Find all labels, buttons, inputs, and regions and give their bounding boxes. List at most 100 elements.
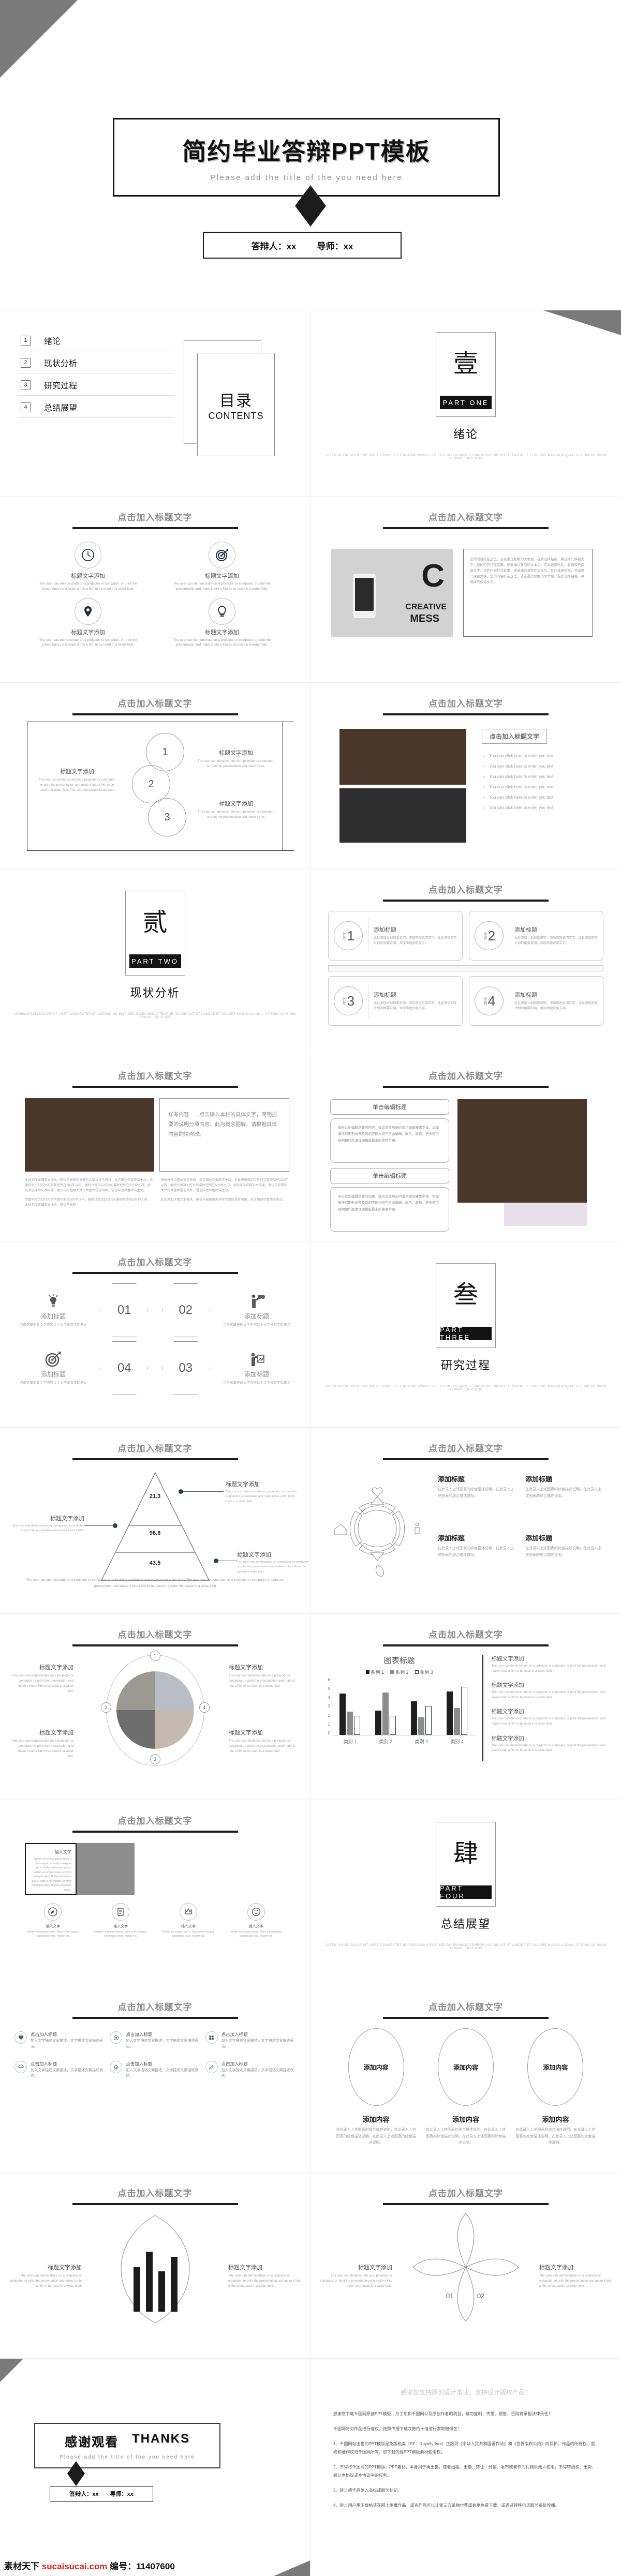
six-heading: 点击加入标题	[126, 2061, 153, 2066]
six-item-6[interactable]: 点击加入标题 加入文字描述文案描述，文字描述文案描述表达。	[205, 2061, 295, 2079]
six-item-5[interactable]: 点击加入标题 加入文字描述文案描述，文字描述文案描述表达。	[110, 2061, 200, 2079]
part-box: 叁 PART THREE	[436, 1263, 496, 1348]
jigsaw-note-1: 标题文字添加 The user can demonstrate on a pro…	[11, 1663, 73, 1694]
jigsaw-note-3: 标题文字添加 The user can demonstrate on a pro…	[11, 1728, 73, 1759]
jigsaw-number-2[interactable]: 2	[100, 1702, 111, 1713]
oval-heading: 添加内容	[452, 2116, 479, 2123]
building-icon-cell-4[interactable]: 输入文字 Nullam eu tempor purus. Nunc a leo …	[224, 1903, 288, 1939]
hex-side-2: 添加标题 点击这里更改文字内容以上文字没有实际意义	[218, 1292, 295, 1328]
slide-plan-cards: 点击加入标题文字 计划 1 添加标题 此处添加计划纲要说明，添加简短说明文字，此…	[310, 869, 621, 1055]
legal-paragraph: 1、千图网站出售的PPT模版是免版税类（RF：Royalty-free）正版受《…	[333, 2442, 595, 2454]
smiley-icon	[247, 1903, 265, 1921]
pyramid-value-bottom: 43.5	[149, 1560, 161, 1566]
toc-item-3[interactable]: 3 研究过程	[18, 373, 174, 396]
jigsaw-quadrant-1	[116, 1671, 155, 1710]
icon-cell-target[interactable]: 标题文字添加 The user can demonstrate on a pro…	[158, 542, 287, 592]
oval-2[interactable]: 添加内容	[437, 2028, 494, 2106]
oval-caption-1: 添加内容 在此录入上述图表的综合描述说明，在此录入上述图表的综合描述说明，在此录…	[335, 2108, 417, 2147]
toc-item-2[interactable]: 2 现状分析	[18, 351, 174, 373]
icon-cell-lightbulb[interactable]: 标题文字添加 The user can demonstrate on a pro…	[158, 597, 287, 648]
hexagon-02[interactable]: 02	[161, 1283, 210, 1337]
toc-item-4[interactable]: 4 总结展望	[18, 396, 174, 418]
plan-number: 2	[487, 927, 496, 943]
plan-number: 1	[347, 927, 355, 943]
clock-icon	[75, 542, 102, 568]
plan-ring: 计划 2	[475, 921, 504, 950]
icon-heading: 标题文字添加	[204, 629, 239, 636]
creative-mess-image: C CREATIVE MESS	[331, 549, 453, 637]
six-heading: 点击加入标题	[221, 2061, 248, 2066]
plan-title: 添加标题	[514, 992, 537, 999]
petal-heading: 添加标题	[525, 1475, 553, 1483]
hexagon-03[interactable]: 03	[161, 1341, 210, 1395]
pinwheel-note-left: 标题文字添加 The user can demonstrate on a pro…	[320, 2263, 392, 2289]
petal-body: 在此录入上述图表的综合描述说明，在此录入上述图表的综合描述说明。	[525, 1488, 601, 1498]
building-icon-cell-2[interactable]: 输入文字 Nullam eu tempor purus. Nunc a leo …	[88, 1903, 153, 1939]
hex-number: 04	[117, 1361, 131, 1375]
petal-heading: 添加标题	[438, 1534, 465, 1542]
plan-ring: 计划 4	[475, 986, 504, 1015]
bar-s1-c1	[339, 1693, 346, 1735]
corner-triangle-top-left	[0, 2359, 23, 2382]
y-tick: 3	[328, 1704, 330, 1709]
bar-s2-c3	[418, 1717, 425, 1735]
chart-bars	[332, 1678, 475, 1735]
edit-card-title-2[interactable]: 单击编辑标题	[330, 1168, 449, 1184]
six-item-4[interactable]: 点击加入标题 加入文字描述文案描述，文字描述文案描述表达。	[14, 2061, 105, 2079]
hexagon-04[interactable]: 04	[100, 1341, 149, 1395]
toc-label: 研究过程	[44, 382, 78, 391]
boxed-subtitle: 点击加入标题文字	[482, 729, 548, 744]
icon-heading: 输入文字	[113, 1925, 128, 1928]
toc: 1 绪论 2 现状分析 3 研究过程 4 总结展望 目录 CONTENTS	[0, 310, 310, 459]
icon-cell-clock[interactable]: 标题文字添加 The user can demonstrate on a pro…	[24, 542, 153, 592]
oval-3[interactable]: 添加内容	[527, 2028, 584, 2106]
slide-pyramid: 点击加入标题文字 21.3 96.8 43.5 标题文字添加 The user …	[0, 1428, 310, 1614]
building-icon-cell-1[interactable]: 输入文字 Nullam eu tempor purus. Nunc a leo …	[21, 1903, 85, 1939]
icon-heading: 标题文字添加	[71, 573, 106, 579]
plan-card-1[interactable]: 计划 1 添加标题 此处添加计划纲要说明，添加简短说明文字，此处添加明年计划的纲…	[328, 911, 463, 961]
six-item-3[interactable]: 点击加入标题 加入文字描述文案描述，文字描述文案描述表达。	[205, 2031, 295, 2049]
hex-body: 点击这里更改文字内容以上文字没有实际意义	[20, 1381, 87, 1385]
side-body: The user can demonstrate on a projector …	[491, 1665, 605, 1673]
icon-cell-location[interactable]: 标题文字添加 The user can demonstrate on a pro…	[24, 597, 153, 648]
jigsaw-number-4[interactable]: 4	[199, 1702, 210, 1713]
toc-item-1[interactable]: 1 绪论	[18, 329, 174, 351]
location-pin-icon	[75, 597, 102, 625]
building-icon-cell-3[interactable]: 输入文字 Nullam eu tempor purus. Nunc a leo …	[156, 1903, 221, 1939]
icon-heading: 标题文字添加	[71, 629, 106, 636]
slide-row-4: 贰 PART TWO 现状分析 LOREM IPSUM DOLOR SIT AM…	[0, 869, 621, 1055]
list-item: You can click here to enter you text.	[489, 803, 554, 813]
plan-card-4[interactable]: 计划 4 添加标题 此处添加计划纲要说明，添加简短说明文字，此处添加明年计划的纲…	[469, 976, 603, 1026]
cycle-ring-2[interactable]: 2	[132, 765, 170, 803]
legal-paragraph: 感谢您下载千图网原创PPT模版，为了您和千图网以及原创作者的利益，请勿复制、传播…	[333, 2412, 553, 2416]
slide-row-9: 点击加入标题文字 输入文字 Nullam eu tempor purus. Nu…	[0, 1800, 621, 1986]
plan-label-cn: 计划	[483, 932, 487, 939]
six-heading: 点击加入标题	[221, 2032, 248, 2037]
part-tag: PART ONE	[440, 396, 492, 409]
legal-paragraph: 3、禁止把作品纳入商标或服务标记。	[333, 2488, 402, 2493]
part-number-cn: 叁	[453, 1281, 478, 1309]
plan-card-3[interactable]: 计划 3 添加标题 此处添加计划纲要说明，添加简短说明文字，此处添加明年计划的纲…	[328, 976, 463, 1026]
slide-title: 点击加入标题文字	[428, 2002, 503, 2012]
six-item-2[interactable]: 点击加入标题 加入文字描述文案描述，文字描述文案描述表达。	[110, 2031, 200, 2049]
title-rule	[72, 1458, 238, 1460]
six-body: 加入文字描述文案描述，文字描述文案描述表达。	[31, 2069, 103, 2078]
jigsaw-number-1[interactable]: 1	[150, 1651, 160, 1661]
oval-1[interactable]: 添加内容	[348, 2028, 404, 2106]
oval-label: 添加内容	[453, 2063, 478, 2071]
cover-presenter: 答辩人：xx	[251, 241, 297, 251]
plan-card-2[interactable]: 计划 2 添加标题 此处添加计划纲要说明，添加简短说明文字，此处添加明年计划的纲…	[469, 911, 603, 961]
note-body: The user can demonstrate on a projector …	[198, 810, 274, 819]
cycle-note-right-bottom: 标题文字添加 The user can demonstrate on a pro…	[197, 799, 275, 820]
hex-number: 02	[179, 1303, 193, 1317]
cycle-ring-3[interactable]: 3	[148, 798, 186, 836]
hexagon-01[interactable]: 01	[100, 1283, 149, 1337]
note-heading: 标题文字添加	[39, 1730, 73, 1736]
slide-title: 点击加入标题文字	[117, 513, 193, 522]
edit-card-title-1[interactable]: 单击编辑标题	[330, 1099, 449, 1115]
note-body: The user can demonstrate on a projector …	[539, 2274, 612, 2288]
six-item-1[interactable]: 点击加入标题 加入文字描述文案描述，文字描述文案描述表达。	[14, 2031, 105, 2049]
jigsaw-number-3[interactable]: 3	[150, 1754, 160, 1764]
slide-row-8: 点击加入标题文字 1 2 3 4 标题文字添加 The user can dem…	[0, 1614, 621, 1800]
note-body: The user can demonstrate on a projector …	[229, 1674, 295, 1688]
